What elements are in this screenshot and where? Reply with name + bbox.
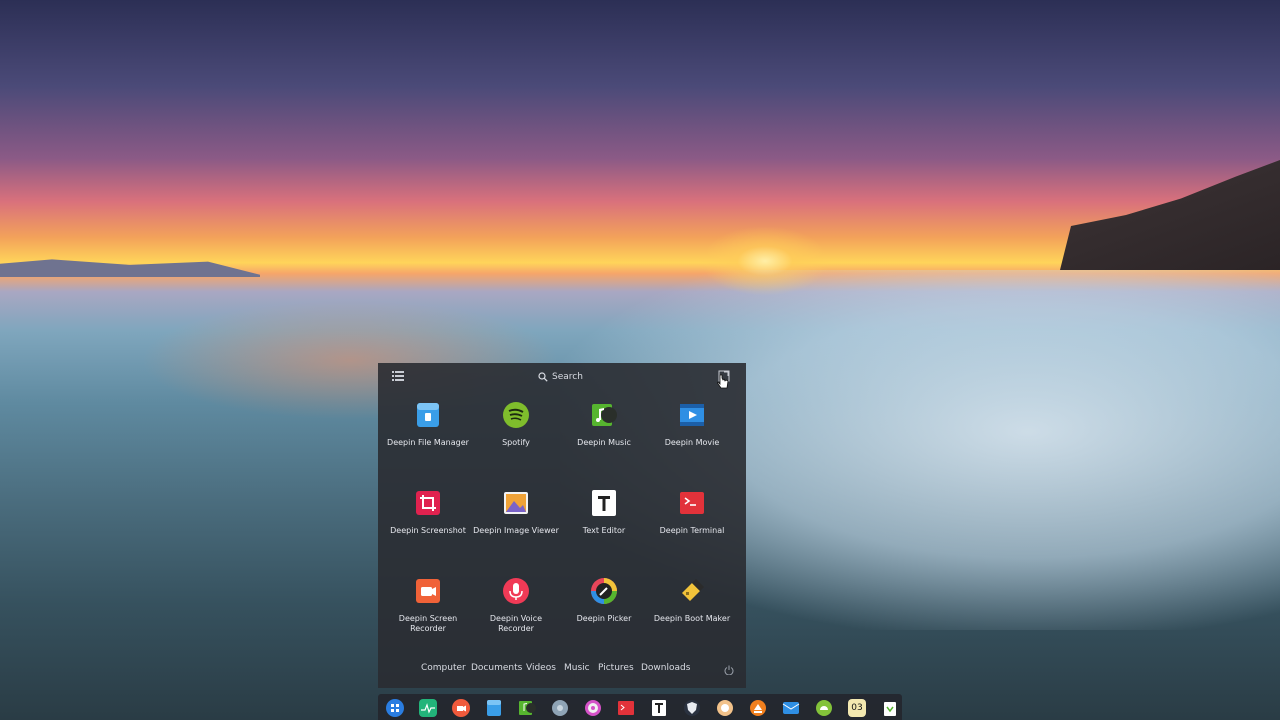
mail-icon[interactable]	[782, 699, 800, 717]
music-icon[interactable]	[518, 699, 536, 717]
footer-videos[interactable]: Videos	[526, 663, 556, 673]
app-deepin-screen-recorder[interactable]: Deepin Screen Recorder	[384, 573, 472, 653]
launcher-topbar: Search	[378, 363, 746, 389]
settings-icon[interactable]	[584, 699, 602, 717]
app-launcher: Search Deepin File Manager Spotify Deepi…	[378, 363, 746, 688]
launcher-footer: Computer Documents Videos Music Pictures…	[378, 659, 746, 681]
app-label: Spotify	[502, 438, 530, 447]
android-icon[interactable]	[815, 699, 833, 717]
app-label: Deepin Terminal	[659, 526, 725, 535]
search-label: Search	[552, 372, 583, 382]
clock-text: 03	[851, 703, 863, 713]
app-deepin-picker[interactable]: Deepin Picker	[560, 573, 648, 653]
app-deepin-voice-recorder[interactable]: Deepin Voice Recorder	[472, 573, 560, 653]
app-label: Deepin Voice Recorder	[489, 614, 543, 633]
app-label: Deepin Boot Maker	[653, 614, 731, 623]
footer-music[interactable]: Music	[564, 663, 590, 673]
app-deepin-movie[interactable]: Deepin Movie	[648, 397, 736, 477]
text-editor-icon[interactable]	[650, 699, 668, 717]
footer-documents[interactable]: Documents	[471, 663, 522, 673]
clock-icon[interactable]: 03	[848, 699, 866, 717]
file-manager-icon[interactable]	[485, 699, 503, 717]
app-label: Text Editor	[582, 526, 626, 535]
image-viewer-icon	[504, 492, 528, 514]
dock: 03	[378, 694, 902, 720]
store-icon[interactable]	[749, 699, 767, 717]
screenshot-icon	[416, 491, 440, 515]
text-editor-icon	[592, 490, 616, 516]
app-deepin-music[interactable]: Deepin Music	[560, 397, 648, 477]
search-icon	[538, 372, 548, 382]
file-manager-icon	[417, 403, 439, 427]
footer-pictures[interactable]: Pictures	[598, 663, 634, 673]
screen-recorder-icon[interactable]	[452, 699, 470, 717]
voice-recorder-icon	[503, 578, 529, 604]
app-deepin-image-viewer[interactable]: Deepin Image Viewer	[472, 485, 560, 565]
power-icon[interactable]	[724, 665, 734, 675]
screen-recorder-icon	[416, 579, 440, 603]
app-deepin-boot-maker[interactable]: Deepin Boot Maker	[648, 573, 736, 653]
footer-downloads[interactable]: Downloads	[641, 663, 690, 673]
terminal-icon	[680, 492, 704, 514]
app-label: Deepin Screen Recorder	[398, 614, 458, 633]
terminal-icon[interactable]	[617, 699, 635, 717]
app-deepin-file-manager[interactable]: Deepin File Manager	[384, 397, 472, 477]
mouse-cursor-icon	[717, 374, 729, 389]
boot-maker-icon	[682, 579, 704, 601]
footer-computer[interactable]: Computer	[421, 663, 466, 673]
app-text-editor[interactable]: Text Editor	[560, 485, 648, 565]
app-deepin-screenshot[interactable]: Deepin Screenshot	[384, 485, 472, 565]
trash-icon[interactable]	[881, 699, 899, 717]
system-monitor-icon[interactable]	[419, 699, 437, 717]
spotify-icon	[503, 402, 529, 428]
browser-icon[interactable]	[716, 699, 734, 717]
app-label: Deepin Picker	[576, 614, 632, 623]
app-label: Deepin File Manager	[387, 438, 469, 447]
app-label: Deepin Movie	[664, 438, 720, 447]
app-label: Deepin Image Viewer	[473, 526, 559, 535]
launcher-icon[interactable]	[386, 699, 404, 717]
search-field[interactable]: Search	[538, 369, 598, 385]
movie-icon	[680, 404, 704, 426]
app-label: Deepin Screenshot	[390, 526, 466, 535]
app-spotify[interactable]: Spotify	[472, 397, 560, 477]
security-icon[interactable]	[683, 699, 701, 717]
disk-icon[interactable]	[551, 699, 569, 717]
color-picker-icon	[591, 578, 617, 604]
music-icon	[592, 404, 617, 426]
app-label: Deepin Music	[577, 438, 631, 447]
app-deepin-terminal[interactable]: Deepin Terminal	[648, 485, 736, 565]
category-view-icon[interactable]	[392, 370, 404, 382]
